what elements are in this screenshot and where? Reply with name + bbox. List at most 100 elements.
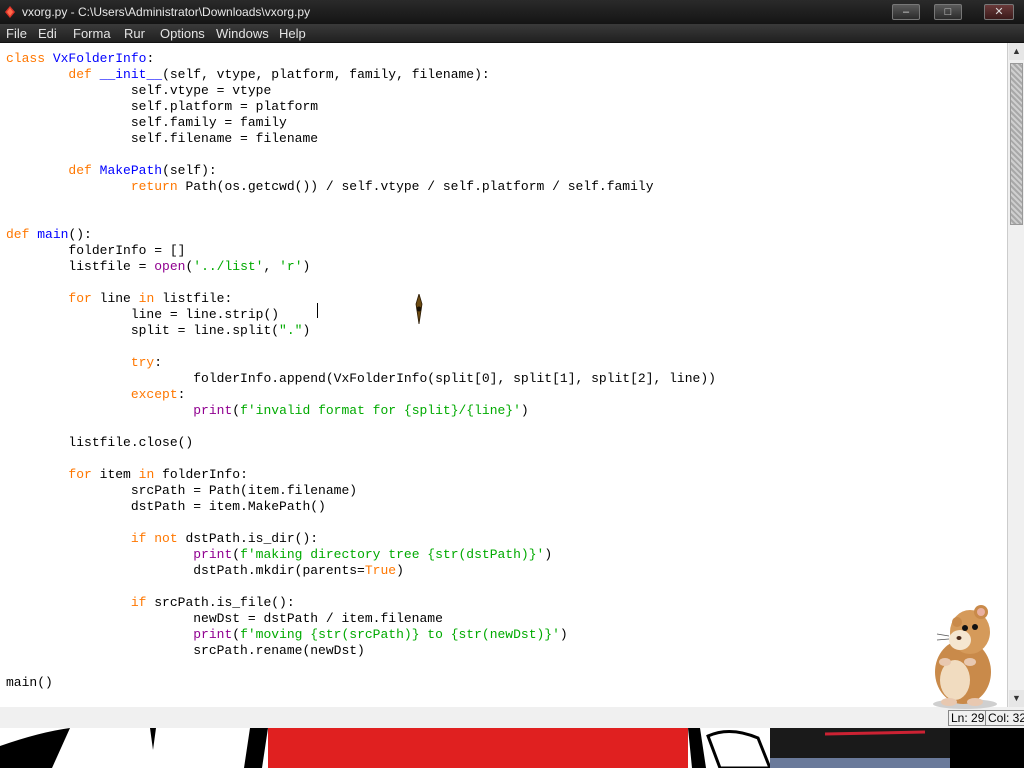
code-line[interactable]: def main():	[6, 227, 716, 243]
code-line[interactable]: line = line.strip()	[6, 307, 716, 323]
code-line[interactable]	[6, 659, 716, 675]
code-line[interactable]	[6, 147, 716, 163]
code-token: self.filename = filename	[6, 131, 319, 146]
desktop-wallpaper	[0, 728, 1024, 768]
code-token: folderInfo = []	[6, 243, 186, 258]
scroll-up-icon[interactable]: ▲	[1009, 43, 1024, 60]
code-line[interactable]: def __init__(self, vtype, platform, fami…	[6, 67, 716, 83]
code-token: :	[146, 51, 155, 66]
code-token: except	[130, 387, 178, 402]
code-line[interactable]: dstPath.mkdir(parents=True)	[6, 563, 716, 579]
code-line[interactable]: print(f'making directory tree {str(dstPa…	[6, 547, 716, 563]
code-line[interactable]: srcPath.rename(newDst)	[6, 643, 716, 659]
code-token: ,	[263, 259, 280, 274]
code-token: )	[302, 323, 311, 338]
code-token: class	[6, 51, 53, 66]
code-token: f'invalid format for {split}/{line}'	[240, 403, 521, 418]
code-line[interactable]: return Path(os.getcwd()) / self.vtype / …	[6, 179, 716, 195]
code-token: line = line.strip()	[6, 307, 280, 322]
code-line[interactable]: if srcPath.is_file():	[6, 595, 716, 611]
code-line[interactable]: def MakePath(self):	[6, 163, 716, 179]
scrollbar-thumb[interactable]	[1010, 63, 1023, 225]
code-line[interactable]: self.filename = filename	[6, 131, 716, 147]
menu-file[interactable]: File	[6, 26, 27, 41]
code-token: )	[302, 259, 311, 274]
code-token: :	[154, 355, 163, 370]
code-line[interactable]: srcPath = Path(item.filename)	[6, 483, 716, 499]
status-bar: Ln: 29 Col: 32	[0, 707, 1024, 728]
menu-options[interactable]: Options	[160, 26, 205, 41]
code-line[interactable]: listfile.close()	[6, 435, 716, 451]
menu-edit[interactable]: Edi	[38, 26, 57, 41]
code-token: (self, vtype, platform, family, filename…	[162, 67, 490, 82]
code-token: split = line.split(	[6, 323, 280, 338]
code-line[interactable]: print(f'invalid format for {split}/{line…	[6, 403, 716, 419]
menu-windows[interactable]: Windows	[216, 26, 269, 41]
code-editor[interactable]: class VxFolderInfo: def __init__(self, v…	[0, 43, 1007, 707]
column-number: Col: 32	[985, 710, 1024, 726]
menu-help[interactable]: Help	[279, 26, 306, 41]
code-line[interactable]	[6, 515, 716, 531]
code-line[interactable]: except:	[6, 387, 716, 403]
code-line[interactable]: self.vtype = vtype	[6, 83, 716, 99]
code-token: self.vtype = vtype	[6, 83, 272, 98]
code-token: in	[138, 467, 163, 482]
code-line[interactable]	[6, 419, 716, 435]
code-line[interactable]: print(f'moving {str(srcPath)} to {str(ne…	[6, 627, 716, 643]
code-token: dstPath.is_dir():	[185, 531, 319, 546]
code-line[interactable]: if not dstPath.is_dir():	[6, 531, 716, 547]
code-token: 'r'	[279, 259, 303, 274]
hamster-mascot-icon	[933, 605, 997, 709]
code-line[interactable]	[6, 275, 716, 291]
code-token: Path(os.getcwd()) / self.vtype / self.pl…	[185, 179, 654, 194]
code-token: srcPath.rename(newDst)	[6, 643, 365, 658]
window-title: vxorg.py - C:\Users\Administrator\Downlo…	[22, 5, 311, 19]
code-line[interactable]: main()	[6, 675, 716, 691]
code-line[interactable]: split = line.split(".")	[6, 323, 716, 339]
code-token: main()	[6, 675, 53, 690]
code-token: listfile.close()	[6, 435, 194, 450]
scroll-down-icon[interactable]: ▼	[1009, 690, 1024, 707]
menu-run[interactable]: Rur	[124, 26, 145, 41]
code-line[interactable]: folderInfo.append(VxFolderInfo(split[0],…	[6, 371, 716, 387]
code-line[interactable]: class VxFolderInfo:	[6, 51, 716, 67]
minimize-button[interactable]: –	[892, 4, 920, 20]
code-token: )	[396, 563, 404, 578]
code-line[interactable]	[6, 211, 716, 227]
code-line[interactable]	[6, 195, 716, 211]
code-token: open	[154, 259, 186, 274]
code-token: return	[130, 179, 186, 194]
code-line[interactable]	[6, 451, 716, 467]
code-line[interactable]	[6, 579, 716, 595]
code-token: (	[232, 627, 241, 642]
code-token: dstPath = item.MakePath()	[6, 499, 326, 514]
code-token: True	[364, 563, 397, 578]
code-line[interactable]: listfile = open('../list', 'r')	[6, 259, 716, 275]
source-code[interactable]: class VxFolderInfo: def __init__(self, v…	[6, 51, 716, 691]
code-line[interactable]	[6, 339, 716, 355]
code-line[interactable]: self.platform = platform	[6, 99, 716, 115]
code-line[interactable]: dstPath = item.MakePath()	[6, 499, 716, 515]
maximize-button[interactable]: □	[934, 4, 962, 20]
code-line[interactable]: for item in folderInfo:	[6, 467, 716, 483]
code-line[interactable]: for line in listfile:	[6, 291, 716, 307]
ibeam-cursor-icon	[415, 294, 423, 324]
code-line[interactable]: try:	[6, 355, 716, 371]
desktop-background	[0, 728, 1024, 768]
code-token: self.family = family	[6, 115, 287, 130]
code-token: if	[130, 595, 155, 610]
close-button[interactable]: ✕	[984, 4, 1014, 20]
code-line[interactable]: newDst = dstPath / item.filename	[6, 611, 716, 627]
code-line[interactable]: folderInfo = []	[6, 243, 716, 259]
code-line[interactable]: self.family = family	[6, 115, 716, 131]
menu-format[interactable]: Forma	[73, 26, 111, 41]
code-token: '../list'	[193, 259, 264, 274]
code-token: (	[232, 547, 241, 562]
code-token: newDst = dstPath / item.filename	[6, 611, 443, 626]
